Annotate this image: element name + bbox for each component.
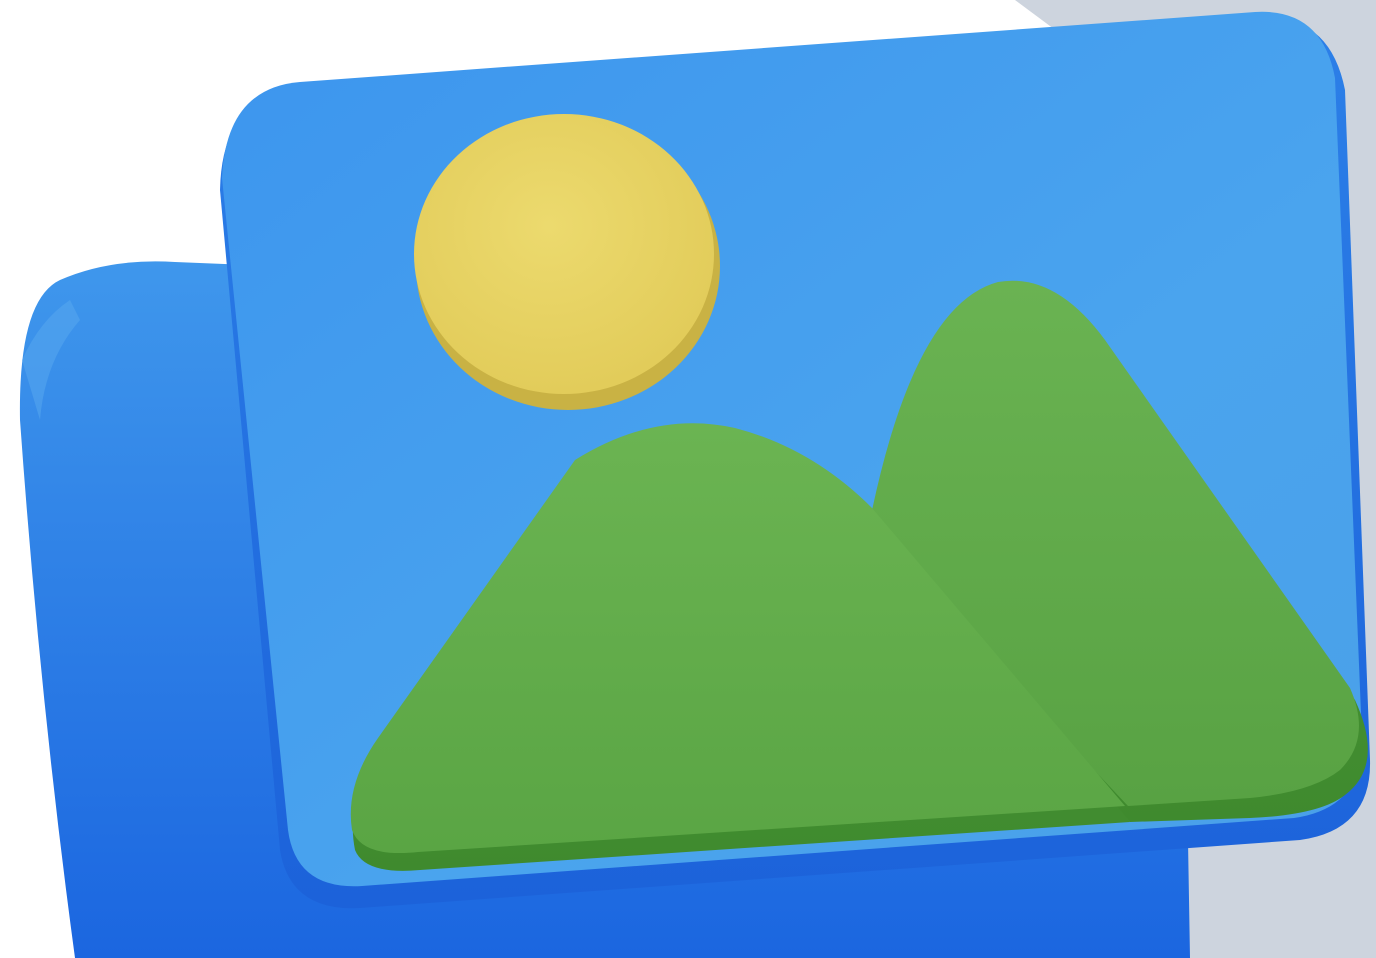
image-gallery-icon <box>19 0 1376 958</box>
image-gallery-illustration <box>0 0 1376 958</box>
